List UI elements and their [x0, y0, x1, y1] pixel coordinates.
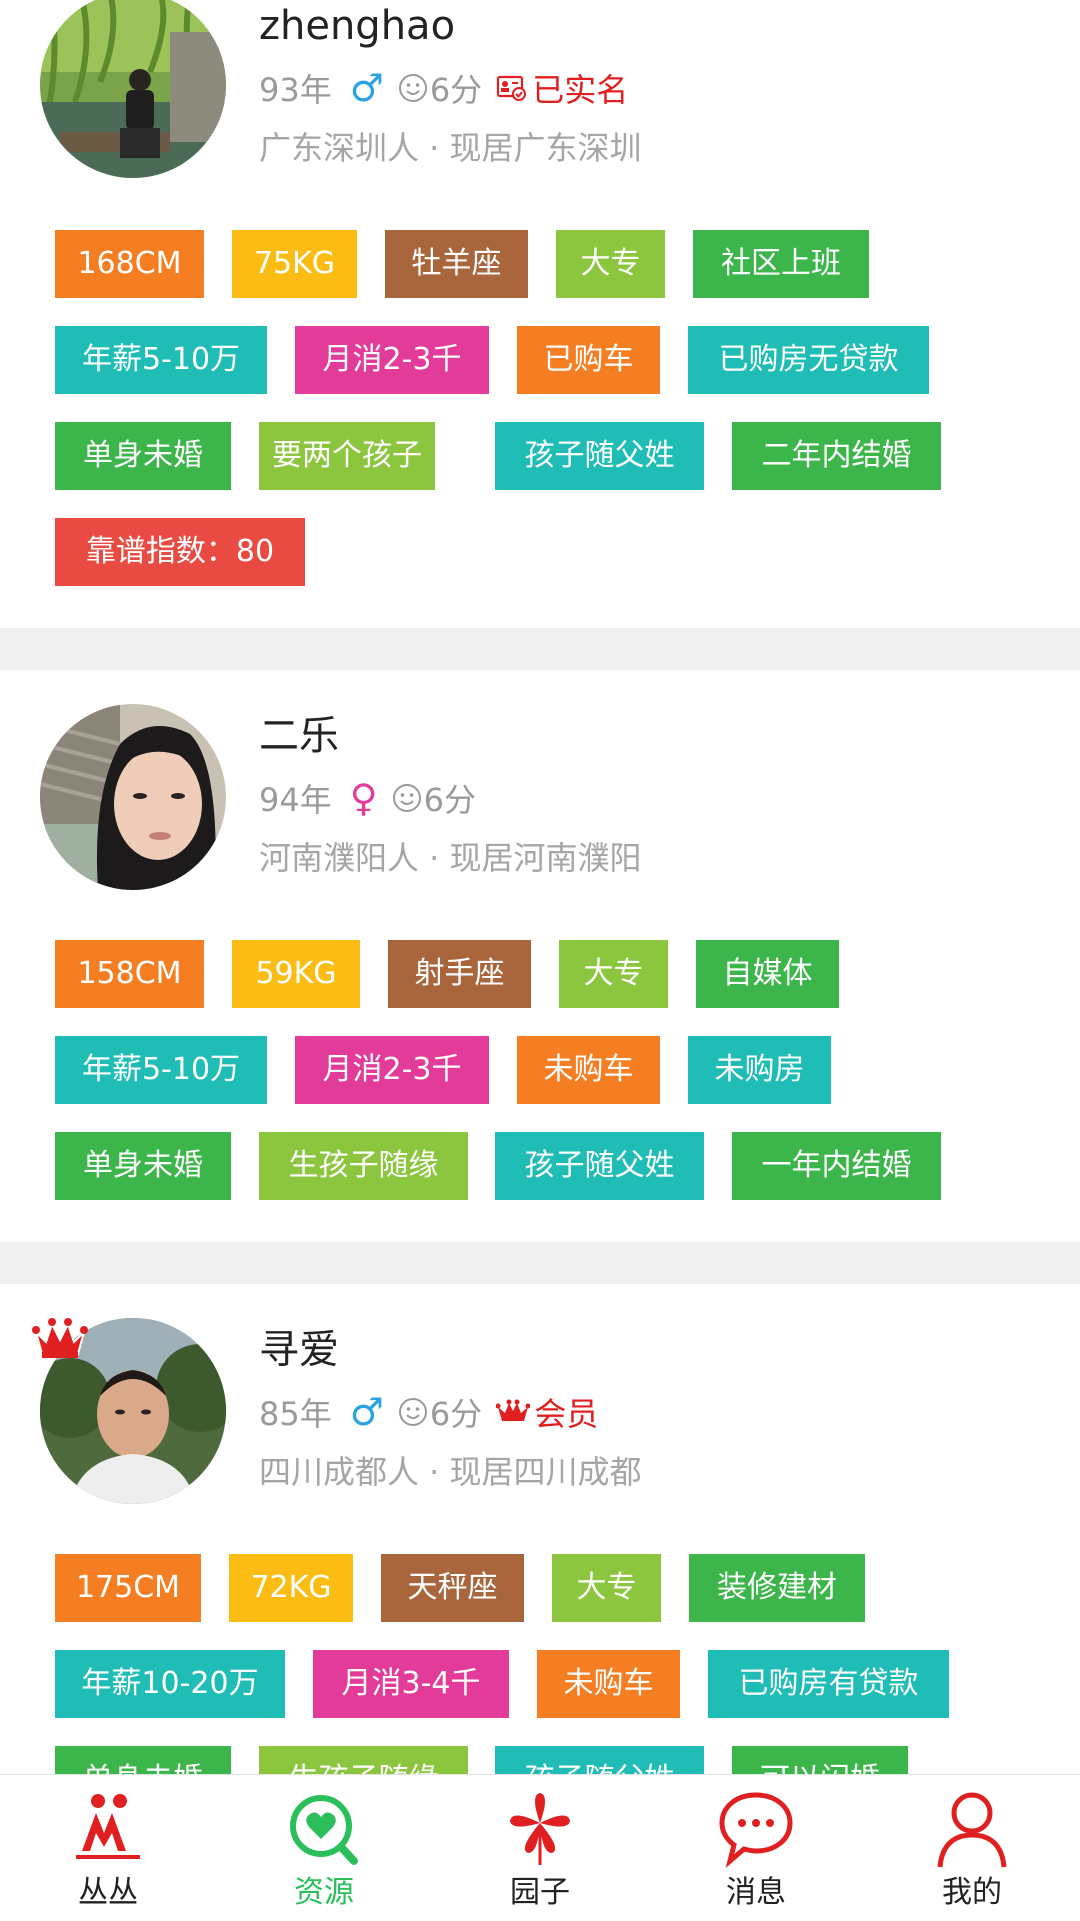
member-label: 会员	[534, 1395, 599, 1433]
profile-location: 广东深圳人 · 现居广东深圳	[259, 129, 642, 167]
smile-icon	[398, 1397, 428, 1427]
tag-height: 175CM	[55, 1554, 201, 1622]
flower-icon	[510, 1793, 570, 1865]
tab-congcong[interactable]: 丛丛	[0, 1789, 216, 1915]
tag-occupation: 自媒体	[696, 940, 839, 1008]
birth-year: 94年	[259, 781, 332, 819]
tag-surname: 孩子随父姓	[495, 1132, 704, 1200]
smile-icon	[398, 73, 428, 103]
tag-income: 年薪5-10万	[55, 1036, 267, 1104]
profile-location: 四川成都人 · 现居四川成都	[259, 1453, 642, 1491]
tag-education: 大专	[556, 230, 665, 298]
crown-icon	[496, 1399, 531, 1421]
crown-icon	[32, 1318, 88, 1358]
tag-marital: 单身未婚	[55, 1746, 231, 1774]
tag-marriage-plan: 二年内结婚	[732, 422, 941, 490]
tab-label: 资源	[294, 1875, 354, 1910]
profile-meta: 85年 ♂ 6分 会员	[259, 1390, 598, 1434]
tag-house: 未购房	[688, 1036, 831, 1104]
tab-label: 我的	[942, 1875, 1002, 1910]
tag-height: 158CM	[55, 940, 204, 1008]
tag-children: 要两个孩子	[259, 422, 435, 490]
tag-children: 生孩子随缘	[259, 1746, 468, 1774]
profile-name: 二乐	[259, 713, 339, 759]
tag-car: 未购车	[517, 1036, 660, 1104]
tag-weight: 72KG	[229, 1554, 353, 1622]
score: 6分	[423, 781, 476, 819]
tag-income: 年薪10-20万	[55, 1650, 285, 1718]
birth-year: 93年	[259, 71, 332, 109]
heart-search-icon	[290, 1795, 358, 1865]
member-badge: 会员	[496, 1389, 598, 1435]
tag-house: 已购房有贷款	[708, 1650, 949, 1718]
tag-marriage-plan: 可以闪婚	[732, 1746, 908, 1774]
tag-surname: 孩子随父姓	[495, 422, 704, 490]
tag-zodiac: 射手座	[388, 940, 531, 1008]
tag-education: 大专	[552, 1554, 661, 1622]
person-icon	[937, 1792, 1007, 1868]
verified-badge: 已实名	[496, 65, 628, 111]
male-icon: ♂	[349, 66, 384, 110]
tag-weight: 59KG	[232, 940, 360, 1008]
tab-messages[interactable]: 消息	[648, 1789, 864, 1915]
tab-me[interactable]: 我的	[864, 1789, 1080, 1915]
avatar[interactable]	[40, 704, 226, 890]
tag-height: 168CM	[55, 230, 204, 298]
male-icon: ♂	[349, 1390, 384, 1434]
tab-label: 消息	[726, 1875, 786, 1910]
profile-name: zhenghao	[259, 3, 456, 49]
tag-marital: 单身未婚	[55, 422, 231, 490]
tag-marital: 单身未婚	[55, 1132, 231, 1200]
score: 6分	[429, 71, 483, 109]
tab-label: 园子	[510, 1875, 570, 1910]
tag-marriage-plan: 一年内结婚	[732, 1132, 941, 1200]
profile-name: 寻爱	[259, 1327, 339, 1373]
tag-zodiac: 天秤座	[381, 1554, 524, 1622]
chat-bubble-icon	[719, 1792, 793, 1869]
profile-card[interactable]: zhenghao 93年 ♂ 6分 已实名 广东深圳人 · 现居广东深圳 168…	[0, 0, 1080, 630]
tag-occupation: 装修建材	[689, 1554, 865, 1622]
couple-icon	[76, 1794, 140, 1859]
tag-spending: 月消2-3千	[295, 1036, 489, 1104]
profile-location: 河南濮阳人 · 现居河南濮阳	[259, 839, 642, 877]
tag-car: 未购车	[537, 1650, 680, 1718]
card-separator	[0, 628, 1080, 670]
tag-reliability: 靠谱指数：80	[55, 518, 305, 586]
id-card-icon	[497, 75, 527, 101]
female-icon: ♀	[349, 776, 378, 820]
profile-card[interactable]: 二乐 94年 ♀ 6分 河南濮阳人 · 现居河南濮阳 158CM 59KG 射手…	[0, 670, 1080, 1240]
tag-house: 已购房无贷款	[688, 326, 929, 394]
tag-children: 生孩子随缘	[259, 1132, 468, 1200]
tag-car: 已购车	[517, 326, 660, 394]
tag-occupation: 社区上班	[693, 230, 869, 298]
tab-label: 丛丛	[78, 1875, 138, 1910]
tag-surname: 孩子随父姓	[495, 1746, 704, 1774]
tag-zodiac: 牡羊座	[385, 230, 528, 298]
tab-resources[interactable]: 资源	[216, 1789, 432, 1915]
tab-garden[interactable]: 园子	[432, 1789, 648, 1915]
bottom-tab-bar: 丛丛 资源 园子 消息 我的	[0, 1774, 1080, 1921]
card-separator	[0, 1242, 1080, 1284]
profile-card[interactable]: 寻爱 85年 ♂ 6分 会员 四川成都人 · 现居四川成都 175CM 72KG…	[0, 1284, 1080, 1774]
profile-meta: 93年 ♂ 6分 已实名	[259, 66, 628, 110]
profile-meta: 94年 ♀ 6分	[259, 776, 490, 820]
smile-icon	[392, 783, 422, 813]
score: 6分	[429, 1395, 483, 1433]
tag-income: 年薪5-10万	[55, 326, 267, 394]
tag-spending: 月消3-4千	[313, 1650, 509, 1718]
birth-year: 85年	[259, 1395, 332, 1433]
tag-spending: 月消2-3千	[295, 326, 489, 394]
tag-weight: 75KG	[232, 230, 357, 298]
tag-education: 大专	[559, 940, 668, 1008]
verified-label: 已实名	[532, 71, 629, 109]
avatar[interactable]	[40, 0, 226, 178]
profile-feed[interactable]: zhenghao 93年 ♂ 6分 已实名 广东深圳人 · 现居广东深圳 168…	[0, 0, 1080, 1774]
